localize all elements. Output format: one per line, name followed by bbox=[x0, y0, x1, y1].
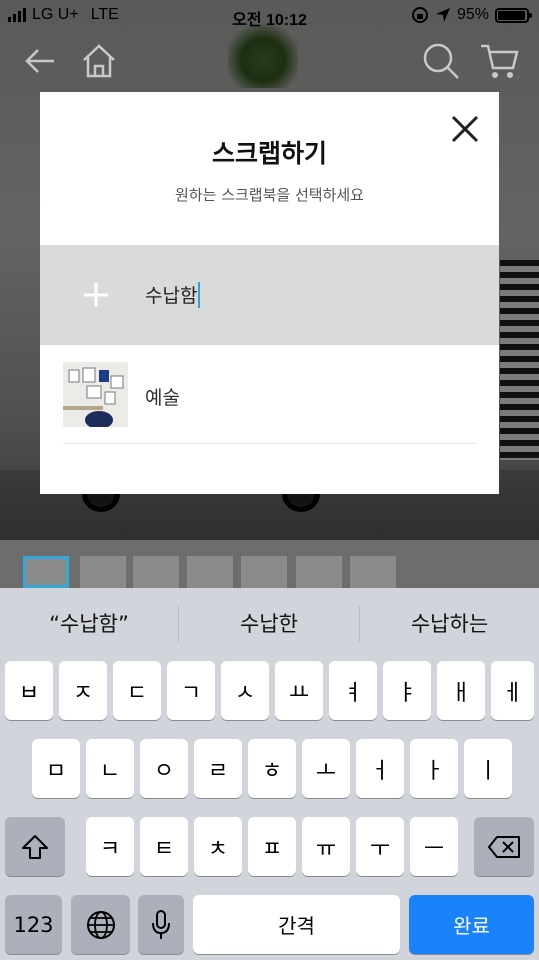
space-key[interactable]: 간격 bbox=[193, 895, 400, 954]
key[interactable]: ㅋ bbox=[86, 817, 134, 876]
scrapbook-label: 예술 bbox=[145, 387, 180, 409]
key[interactable]: ㅏ bbox=[410, 739, 458, 798]
status-bar: LG U+ LTE 오전 10:12 95% bbox=[0, 0, 539, 30]
key[interactable]: ㅊ bbox=[194, 817, 242, 876]
key[interactable]: ㅔ bbox=[491, 661, 534, 720]
scrapbook-list-item[interactable]: 예술 bbox=[63, 361, 476, 444]
back-arrow-icon[interactable] bbox=[20, 40, 62, 82]
home-icon[interactable] bbox=[78, 40, 120, 82]
text-caret bbox=[198, 281, 201, 308]
modal-subtitle: 원하는 스크랩북을 선택하세요 bbox=[175, 186, 364, 204]
key[interactable]: ㅍ bbox=[248, 817, 296, 876]
thumbnail[interactable] bbox=[23, 556, 69, 588]
key[interactable]: ㄴ bbox=[86, 739, 134, 798]
prediction-item[interactable]: 수납하는 bbox=[360, 608, 539, 638]
key[interactable]: ㅠ bbox=[302, 817, 350, 876]
key[interactable]: ㅅ bbox=[221, 661, 269, 720]
key[interactable]: ㅂ bbox=[5, 661, 53, 720]
key[interactable]: ㅎ bbox=[248, 739, 296, 798]
key[interactable]: ㄹ bbox=[194, 739, 242, 798]
thumbnail[interactable] bbox=[296, 556, 342, 588]
key[interactable]: ㅈ bbox=[59, 661, 107, 720]
close-icon[interactable] bbox=[448, 112, 482, 146]
key[interactable]: ㅇ bbox=[140, 739, 188, 798]
thumbnail[interactable] bbox=[80, 556, 126, 588]
backspace-icon bbox=[488, 835, 520, 858]
prediction-bar: “수납함” 수납한 수납하는 bbox=[0, 588, 539, 660]
globe-icon bbox=[86, 910, 115, 939]
key[interactable]: ㄷ bbox=[113, 661, 161, 720]
key[interactable]: ㅣ bbox=[464, 739, 512, 798]
shift-key[interactable] bbox=[5, 817, 65, 876]
key[interactable]: ㅑ bbox=[383, 661, 431, 720]
key[interactable]: ㅕ bbox=[329, 661, 377, 720]
thumbnail[interactable] bbox=[241, 556, 287, 588]
plus-icon[interactable] bbox=[82, 281, 110, 309]
key[interactable]: ㅁ bbox=[32, 739, 80, 798]
shift-icon bbox=[22, 834, 48, 859]
key[interactable]: ㄱ bbox=[167, 661, 215, 720]
modal-title: 스크랩하기 bbox=[211, 139, 327, 168]
korean-keyboard: “수납함” 수납한 수납하는 ㅂ ㅈ ㄷ ㄱ ㅅ ㅛ ㅕ ㅑ ㅐ ㅔ ㅁ ㄴ ㅇ… bbox=[0, 588, 539, 960]
new-scrapbook-input-text: 수납함 bbox=[145, 285, 198, 307]
battery-icon bbox=[495, 7, 532, 23]
key[interactable]: ㅌ bbox=[140, 817, 188, 876]
cart-icon[interactable] bbox=[478, 40, 520, 82]
scrap-modal: 스크랩하기 원하는 스크랩북을 선택하세요 수납함 예술 bbox=[40, 92, 499, 494]
backspace-key[interactable] bbox=[474, 817, 534, 876]
key[interactable]: ㅓ bbox=[356, 739, 404, 798]
rotation-lock-icon bbox=[411, 7, 428, 23]
key[interactable]: ㅜ bbox=[356, 817, 404, 876]
key[interactable]: ㅗ bbox=[302, 739, 350, 798]
search-icon[interactable] bbox=[420, 40, 462, 82]
product-thumbnail-strip bbox=[0, 540, 539, 588]
thumbnail[interactable] bbox=[187, 556, 233, 588]
scrapbook-thumbnail bbox=[63, 362, 128, 427]
thumbnail[interactable] bbox=[133, 556, 179, 588]
new-scrapbook-row[interactable]: 수납함 bbox=[40, 245, 499, 345]
microphone-icon bbox=[152, 909, 170, 939]
new-scrapbook-input[interactable]: 수납함 bbox=[145, 281, 201, 308]
thumbnail[interactable] bbox=[350, 556, 396, 588]
key[interactable]: ㅡ bbox=[410, 817, 458, 876]
globe-key[interactable] bbox=[71, 895, 130, 954]
numbers-key[interactable]: 123 bbox=[5, 895, 62, 954]
done-key[interactable]: 완료 bbox=[409, 895, 534, 954]
prediction-item[interactable]: “수납함” bbox=[0, 608, 178, 638]
microphone-key[interactable] bbox=[138, 895, 184, 954]
location-icon bbox=[435, 8, 450, 22]
key[interactable]: ㅐ bbox=[437, 661, 485, 720]
prediction-item[interactable]: 수납한 bbox=[179, 608, 359, 638]
key[interactable]: ㅛ bbox=[275, 661, 323, 720]
battery-percent: 95% bbox=[456, 6, 489, 23]
